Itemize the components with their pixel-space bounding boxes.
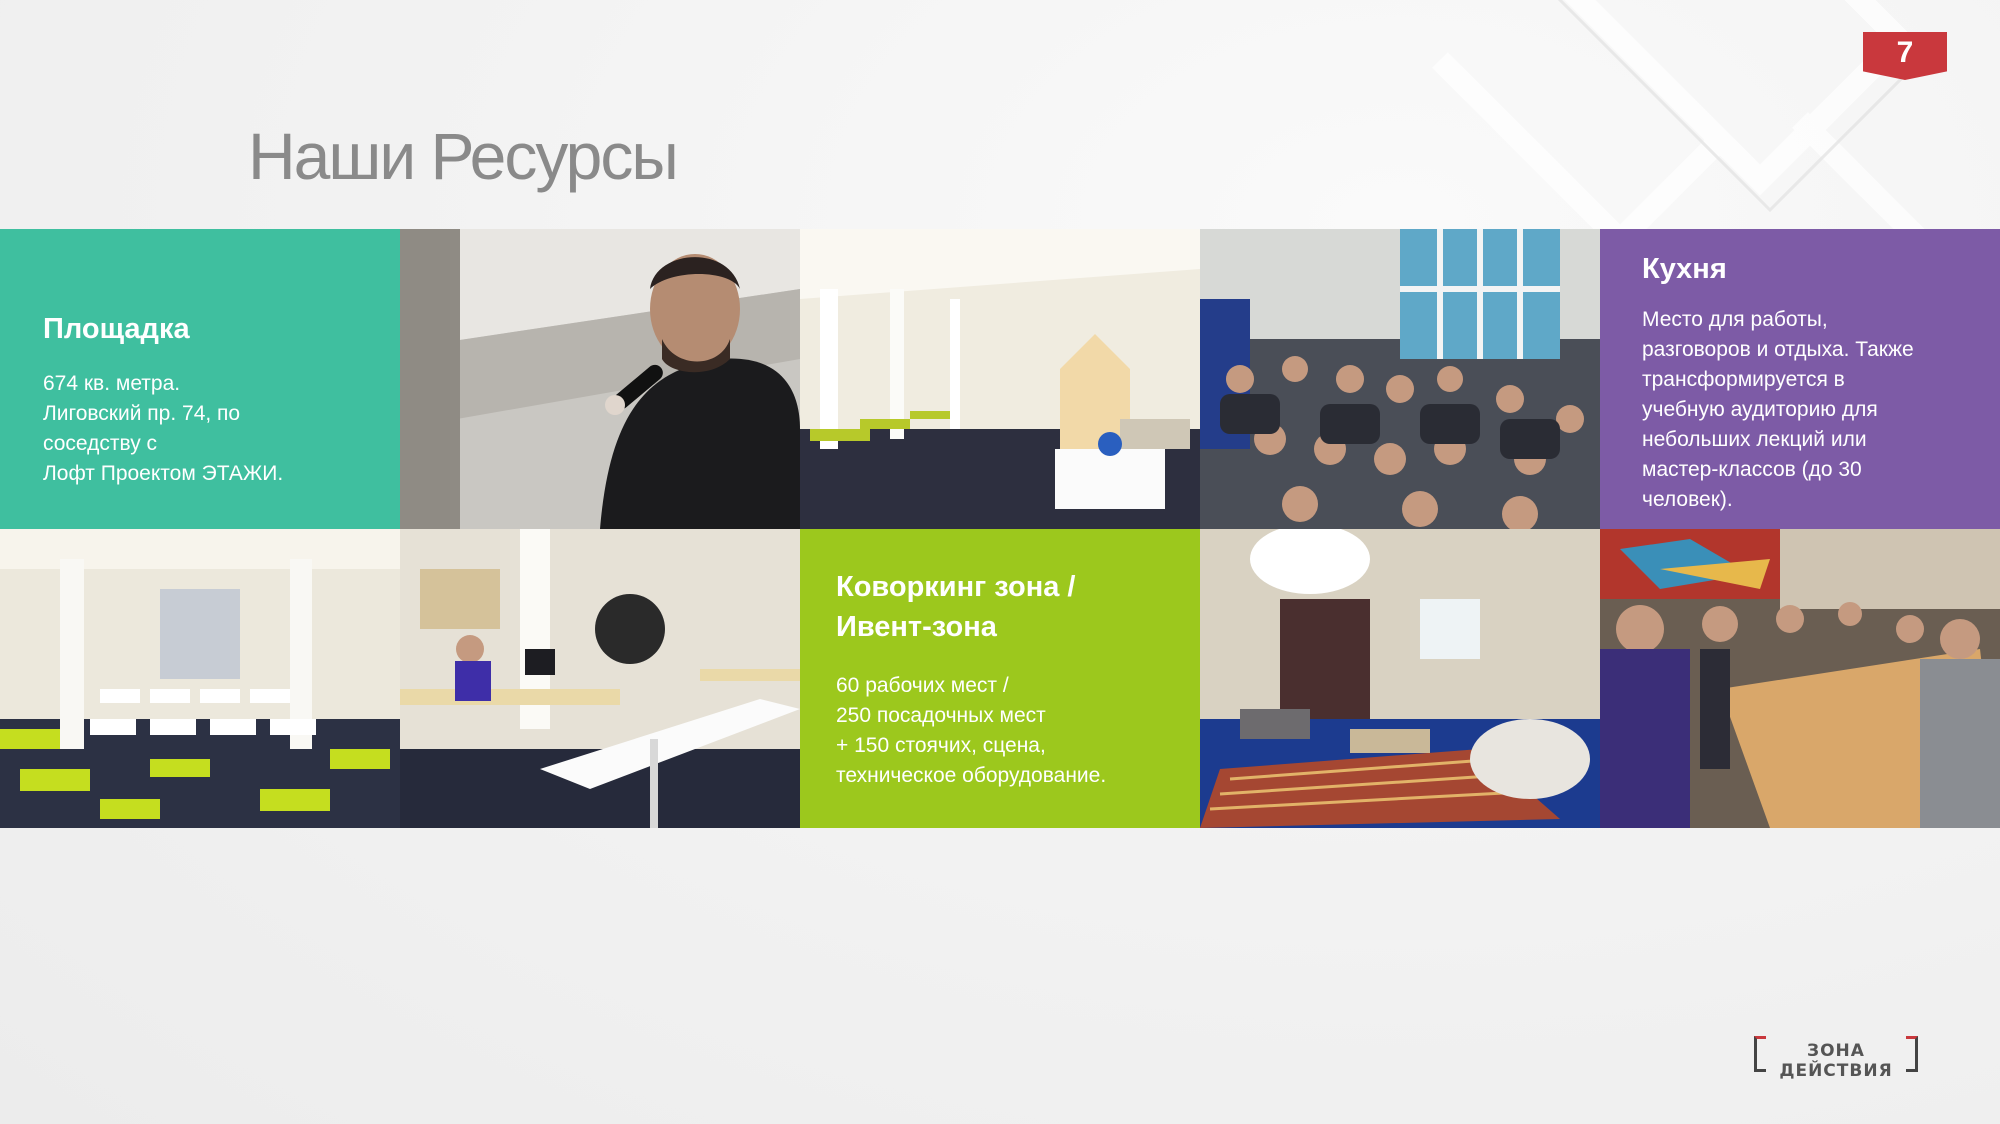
tile-venue-heading: Площадка bbox=[43, 313, 190, 345]
brand-logo: ЗОНА ДЕЙСТВИЯ bbox=[1754, 1034, 1918, 1081]
logo-right-bracket bbox=[1906, 1036, 1918, 1072]
photo-hall-with-stage bbox=[800, 229, 1200, 529]
photo-lecture-audience bbox=[1200, 229, 1600, 529]
tile-kitchen-body: Место для работы, разговоров и отдыха. Т… bbox=[1642, 308, 1914, 511]
photo-lounge-area bbox=[1200, 529, 1600, 828]
photo-kitchen-table bbox=[1600, 529, 2000, 828]
photo-coworking-desks bbox=[400, 529, 800, 828]
tile-venue: Площадка 674 кв. метра. Лиговский пр. 74… bbox=[0, 229, 400, 529]
tile-kitchen: Кухня Место для работы, разговоров и отд… bbox=[1600, 229, 2000, 529]
logo-text: ЗОНА ДЕЙСТВИЯ bbox=[1779, 1041, 1893, 1081]
photo-hall-with-chairs bbox=[0, 529, 400, 828]
tile-coworking-body: 60 рабочих мест / 250 посадочных мест + … bbox=[836, 674, 1107, 787]
tile-kitchen-heading: Кухня bbox=[1642, 253, 1727, 285]
photo-speaker-with-microphone bbox=[400, 229, 800, 529]
tile-coworking-heading: Коворкинг зона / Ивент-зона bbox=[836, 571, 1076, 643]
tile-venue-body: 674 кв. метра. Лиговский пр. 74, по сосе… bbox=[43, 372, 284, 485]
page-title: Наши Ресурсы bbox=[248, 119, 679, 193]
page-number-badge: 7 bbox=[1863, 32, 1947, 80]
resources-grid: Площадка 674 кв. метра. Лиговский пр. 74… bbox=[0, 229, 2000, 828]
tile-coworking: Коворкинг зона / Ивент-зона 60 рабочих м… bbox=[800, 529, 1200, 828]
